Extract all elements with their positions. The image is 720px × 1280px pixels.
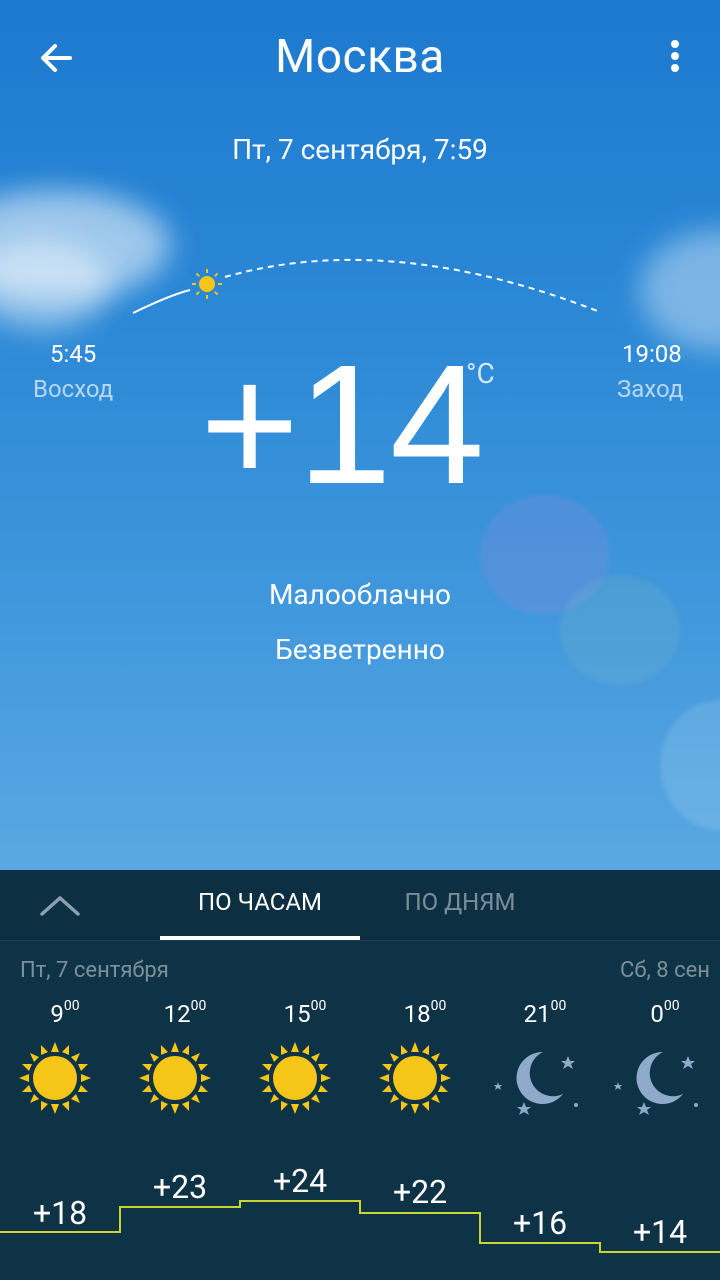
sun-icon <box>379 1042 451 1114</box>
sunrise-label: Восход <box>33 375 114 403</box>
chevron-up-icon <box>40 896 80 916</box>
date-time: Пт, 7 сентября, 7:59 <box>232 133 488 166</box>
sun-position-icon <box>192 269 222 299</box>
current-temperature: +14 <box>200 330 484 520</box>
tab-hourly[interactable]: ПО ЧАСАМ <box>160 888 360 916</box>
moon-icon <box>614 1051 698 1115</box>
sunrise-time: 5:45 <box>50 340 97 368</box>
hour-label: 000 <box>650 998 680 1028</box>
forecast-panel: ПО ЧАСАМ ПО ДНЯМ Пт, 7 сентября Сб, 8 се… <box>0 870 720 1280</box>
sunset-label: Заход <box>617 375 684 403</box>
hour-label: 2100 <box>523 998 567 1028</box>
tab-indicator <box>160 936 360 940</box>
sunset-time: 19:08 <box>622 340 682 368</box>
sun-icon <box>139 1042 211 1114</box>
hour-label: 1200 <box>163 998 207 1028</box>
tab-daily[interactable]: ПО ДНЯМ <box>360 888 560 916</box>
moon-icon <box>494 1051 578 1115</box>
hour-temperature: +24 <box>272 1162 328 1200</box>
hour-temperature: +23 <box>152 1168 208 1206</box>
weather-condition: Малооблачно <box>268 578 452 611</box>
sun-icon <box>19 1042 91 1114</box>
sun-icon <box>259 1042 331 1114</box>
day-label-tomorrow: Сб, 8 сен <box>620 958 710 983</box>
wind-status: Безветренно <box>275 633 445 666</box>
top-bar: Москва <box>0 0 720 115</box>
forecast-tabs: ПО ЧАСАМ ПО ДНЯМ <box>0 870 720 941</box>
lens-flare-3 <box>660 700 720 830</box>
more-vert-icon <box>671 40 679 72</box>
temperature-unit: °C <box>466 357 495 390</box>
hour-temperature: +16 <box>512 1204 568 1242</box>
hour-temperature: +22 <box>392 1173 448 1211</box>
hour-label: 900 <box>50 998 80 1028</box>
more-menu-button[interactable] <box>660 38 690 78</box>
city-title: Москва <box>275 30 445 84</box>
hour-temperature: +18 <box>32 1194 88 1232</box>
hour-label: 1800 <box>403 998 447 1028</box>
hour-temperature: +14 <box>632 1213 688 1251</box>
day-label-today: Пт, 7 сентября <box>20 958 169 983</box>
hour-label: 1500 <box>283 998 327 1028</box>
expand-panel-button[interactable] <box>38 890 82 920</box>
